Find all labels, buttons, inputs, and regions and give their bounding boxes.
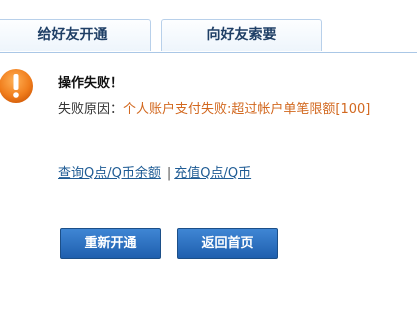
query-balance-link[interactable]: 查询Q点/Q币余额 [58,166,161,181]
failure-reason-label: 失败原因： [58,102,124,117]
tab-request-from-friend[interactable]: 向好友索要 [161,19,322,51]
link-separator: | [166,166,172,181]
back-home-button[interactable]: 返回首页 [177,228,278,259]
balance-links: 查询Q点/Q币余额 | 充值Q点/Q币 [58,162,251,181]
exclamation-icon [0,69,33,103]
tab-bar: 给好友开通 向好友索要 [0,0,417,53]
reopen-button[interactable]: 重新开通 [60,228,161,259]
failure-reason-text: 个人账户支付失败:超过帐户单笔限额[100] [123,102,371,117]
result-title: 操作失败！ [58,76,124,91]
failure-reason: 失败原因：个人账户支付失败:超过帐户单笔限额[100] [58,98,370,117]
recharge-link[interactable]: 充值Q点/Q币 [174,166,251,181]
page: 给好友开通 向好友索要 操作失败！ 失败原因：个人账户支付失败:超过帐户单笔限额… [0,0,417,320]
tab-gift-to-friend[interactable]: 给好友开通 [0,19,151,51]
